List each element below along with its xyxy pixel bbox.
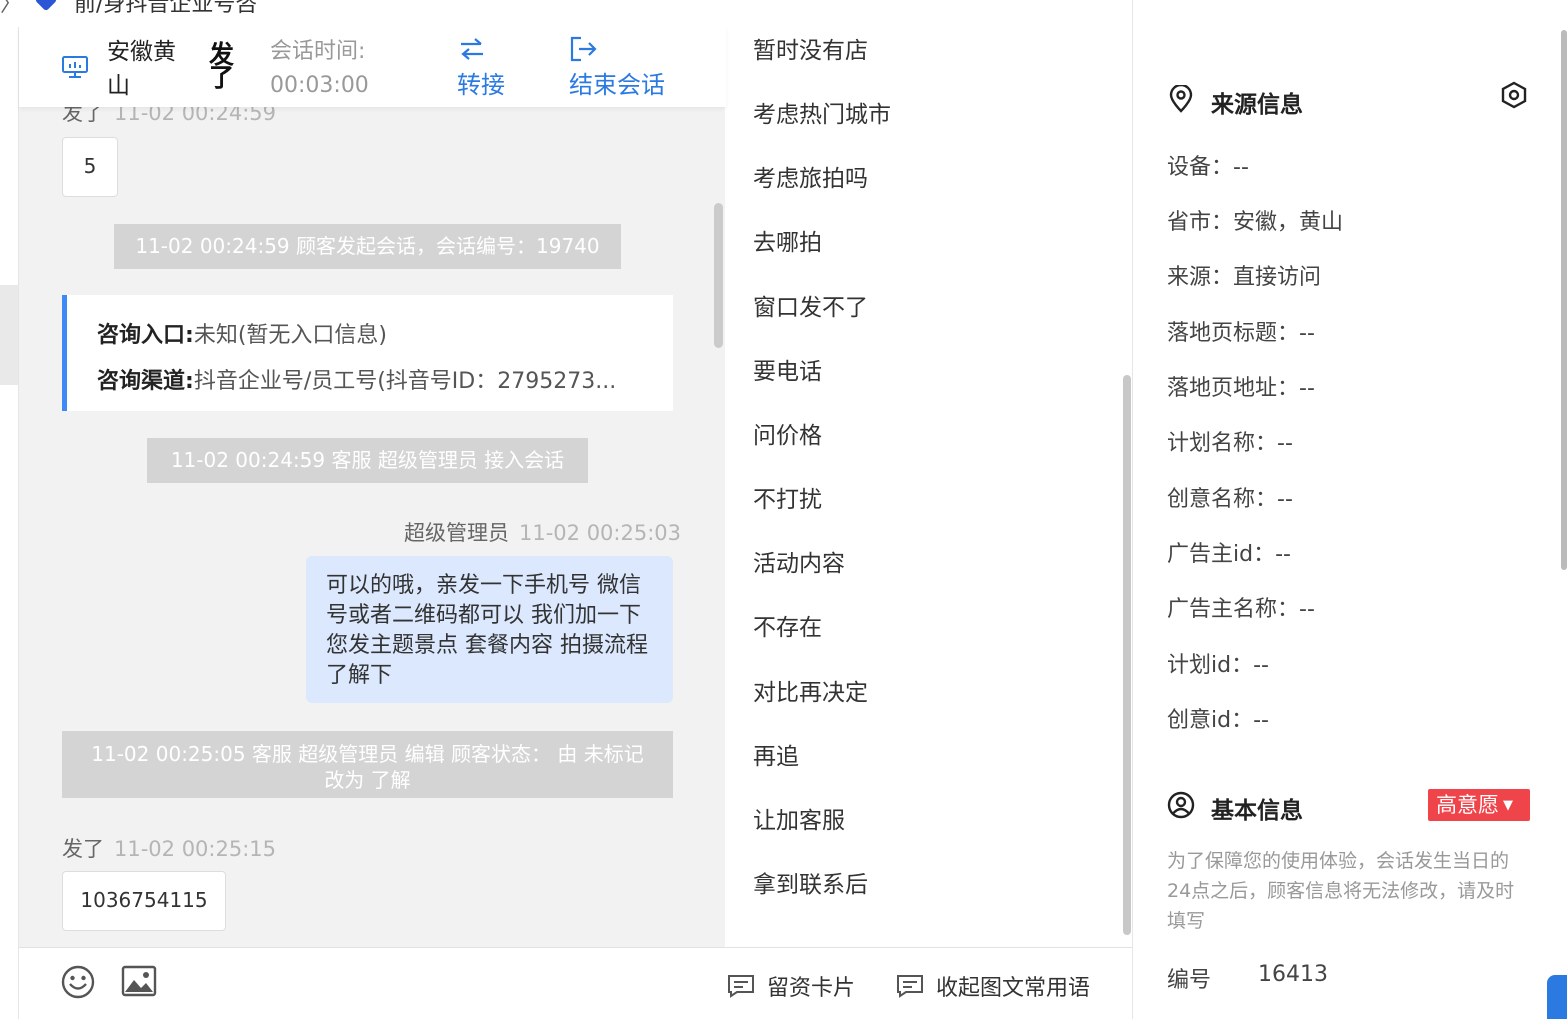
consult-info-card: 咨询入口:未知(暂无入口信息) 咨询渠道:抖音企业号/员工号(抖音号ID：279… [62,295,673,411]
message-time: 11-02 00:25:15 [114,837,277,861]
lead-card-label: 留资卡片 [767,976,856,1001]
quick-phrase-item[interactable]: 暂时没有店 [753,31,868,65]
quick-phrase-item[interactable]: 活动内容 [753,544,845,578]
customer-message: 1036754115 [62,871,226,931]
basic-info-title: 基本信息 [1211,798,1303,824]
message-meta: 发了 11-02 00:25:15 [62,833,276,863]
end-session-button[interactable]: 结束会话 [569,33,665,100]
agent-name: 超级管理员 [404,521,509,545]
app-root: 〉 前/身抖音企业号咨 安徽黄山 发了 会话时间: 00:03:00 转接 结束… [0,0,1567,1019]
transfer-icon [461,38,483,60]
collapse-phrases-button[interactable]: 收起图文常用语 [896,970,1090,1002]
quick-phrase-item[interactable]: 不存在 [753,608,822,642]
source-field-creative-id: 创意id：-- [1167,708,1269,733]
source-field-landing-url: 落地页地址：-- [1167,376,1315,401]
source-info-title: 来源信息 [1211,92,1303,118]
message-card-icon [728,975,754,998]
session-time-label: 会话时间: [270,39,366,64]
message-time: 11-02 00:25:03 [519,521,682,545]
chat-panel: 安徽黄山 发了 会话时间: 00:03:00 转接 结束会话 发了 11-02 … [18,27,726,1019]
quick-phrase-item[interactable]: 对比再决定 [753,673,868,707]
consult-channel-label: 咨询渠道: [97,369,194,394]
lead-card-button[interactable]: 留资卡片 [727,970,855,1002]
transfer-button[interactable]: 转接 [457,33,505,100]
source-field-creative-name: 创意名称：-- [1167,487,1293,512]
floating-action-button[interactable] [1547,975,1567,1019]
customer-number-label: 编号 [1167,968,1212,993]
consult-channel-value: 抖音企业号/员工号(抖音号ID：2795273... [193,369,617,394]
system-message: 11-02 00:25:05 客服 超级管理员 编辑 顾客状态： 由 未标记 改… [62,731,673,798]
message-list[interactable]: 发了 11-02 00:24:59 5 11-02 00:24:59 顾客发起会话… [19,107,726,947]
quick-phrase-item[interactable]: 窗口发不了 [753,288,868,322]
message-time: 11-02 00:24:59 [114,107,277,125]
transfer-label: 转接 [457,71,505,99]
quick-phrase-item[interactable]: 再追 [753,737,799,771]
quick-phrase-list: 暂时没有店 考虑热门城市 考虑旅拍吗 去哪拍 窗口发不了 要电话 问价格 不打扰… [726,0,1132,946]
phrase-toolbar: 留资卡片 收起图文常用语 [726,947,1132,1019]
quick-phrase-item[interactable]: 问价格 [753,416,822,450]
quick-phrase-item[interactable]: 不打扰 [753,480,822,514]
quick-phrase-item[interactable]: 要电话 [753,352,822,386]
source-field-device: 设备：-- [1167,155,1249,180]
consult-entry-label: 咨询入口: [97,323,194,348]
emoji-icon[interactable] [61,965,95,999]
collapse-phrases-label: 收起图文常用语 [936,976,1091,1001]
source-field-plan-id: 计划id：-- [1167,653,1269,678]
intent-status-label: 高意愿 [1436,793,1499,817]
back-arrow-icon[interactable]: 〉 [0,0,22,18]
exit-icon [570,36,597,62]
location-pin-icon [1169,85,1193,113]
consult-entry-value: 未知(暂无入口信息) [193,323,387,348]
image-icon[interactable] [121,965,157,997]
info-scrollbar[interactable] [1561,30,1567,570]
phrase-scrollbar[interactable] [1123,375,1131,935]
customer-name: 发了 [209,40,235,92]
quick-phrase-item[interactable]: 考虑热门城市 [753,95,891,129]
sender-name: 发了 [62,837,104,861]
customer-location: 安徽黄山 [107,39,176,99]
source-field-landing-title: 落地页标题：-- [1167,321,1315,346]
source-field-advertiser-id: 广告主id：-- [1167,542,1291,567]
consult-channel-row: 咨询渠道:抖音企业号/员工号(抖音号ID：2795273... [97,363,616,395]
top-strip: 〉 前/身抖音企业号咨 [0,0,600,17]
sender-name: 发了 [62,107,104,125]
brand-logo-icon [34,0,58,12]
quick-phrase-item[interactable]: 去哪拍 [753,223,822,257]
brand-text: 前/身抖音企业号咨 [74,0,258,17]
customer-number-value: 16413 [1258,962,1328,987]
chat-input-toolbar [19,947,726,1019]
customer-info-panel: 来源信息 设备：-- 省市：安徽，黄山 来源：直接访问 落地页标题：-- 落地页… [1133,0,1567,1019]
message-card-icon [897,975,923,998]
intent-status-dropdown[interactable]: 高意愿 ▼ [1428,789,1530,821]
quick-phrase-item[interactable]: 拿到联系后 [753,865,868,899]
agent-message-meta: 超级管理员 11-02 00:25:03 [404,517,681,547]
chat-scrollbar[interactable] [714,203,723,348]
customer-message: 5 [62,137,118,197]
source-field-source: 来源：直接访问 [1167,265,1322,290]
source-field-plan-name: 计划名称：-- [1167,431,1293,456]
source-field-region: 省市：安徽，黄山 [1167,210,1344,235]
quick-phrase-item[interactable]: 让加客服 [753,801,845,835]
quick-phrase-item[interactable]: 考虑旅拍吗 [753,159,868,193]
settings-icon[interactable] [1499,80,1529,110]
caret-down-icon: ▼ [1503,798,1513,813]
agent-message: 可以的哦，亲发一下手机号 微信号或者二维码都可以 我们加一下 您发主题景点 套餐… [306,556,673,703]
user-circle-icon [1167,791,1195,819]
source-field-advertiser-name: 广告主名称：-- [1167,597,1315,622]
edit-notice: 为了保障您的使用体验，会话发生当日的24点之后，顾客信息将无法修改，请及时填写 [1167,850,1515,932]
monitor-icon [62,56,88,78]
left-edge-handle[interactable] [0,285,18,385]
consult-entry-row: 咨询入口:未知(暂无入口信息) [97,317,387,349]
message-meta: 发了 11-02 00:24:59 [62,107,276,127]
chat-header: 安徽黄山 发了 会话时间: 00:03:00 转接 结束会话 [19,27,726,107]
session-time: 00:03:00 [270,73,369,98]
system-message: 11-02 00:24:59 顾客发起会话，会话编号：19740 [114,224,621,269]
system-message: 11-02 00:24:59 客服 超级管理员 接入会话 [147,438,588,483]
end-session-label: 结束会话 [569,71,665,99]
